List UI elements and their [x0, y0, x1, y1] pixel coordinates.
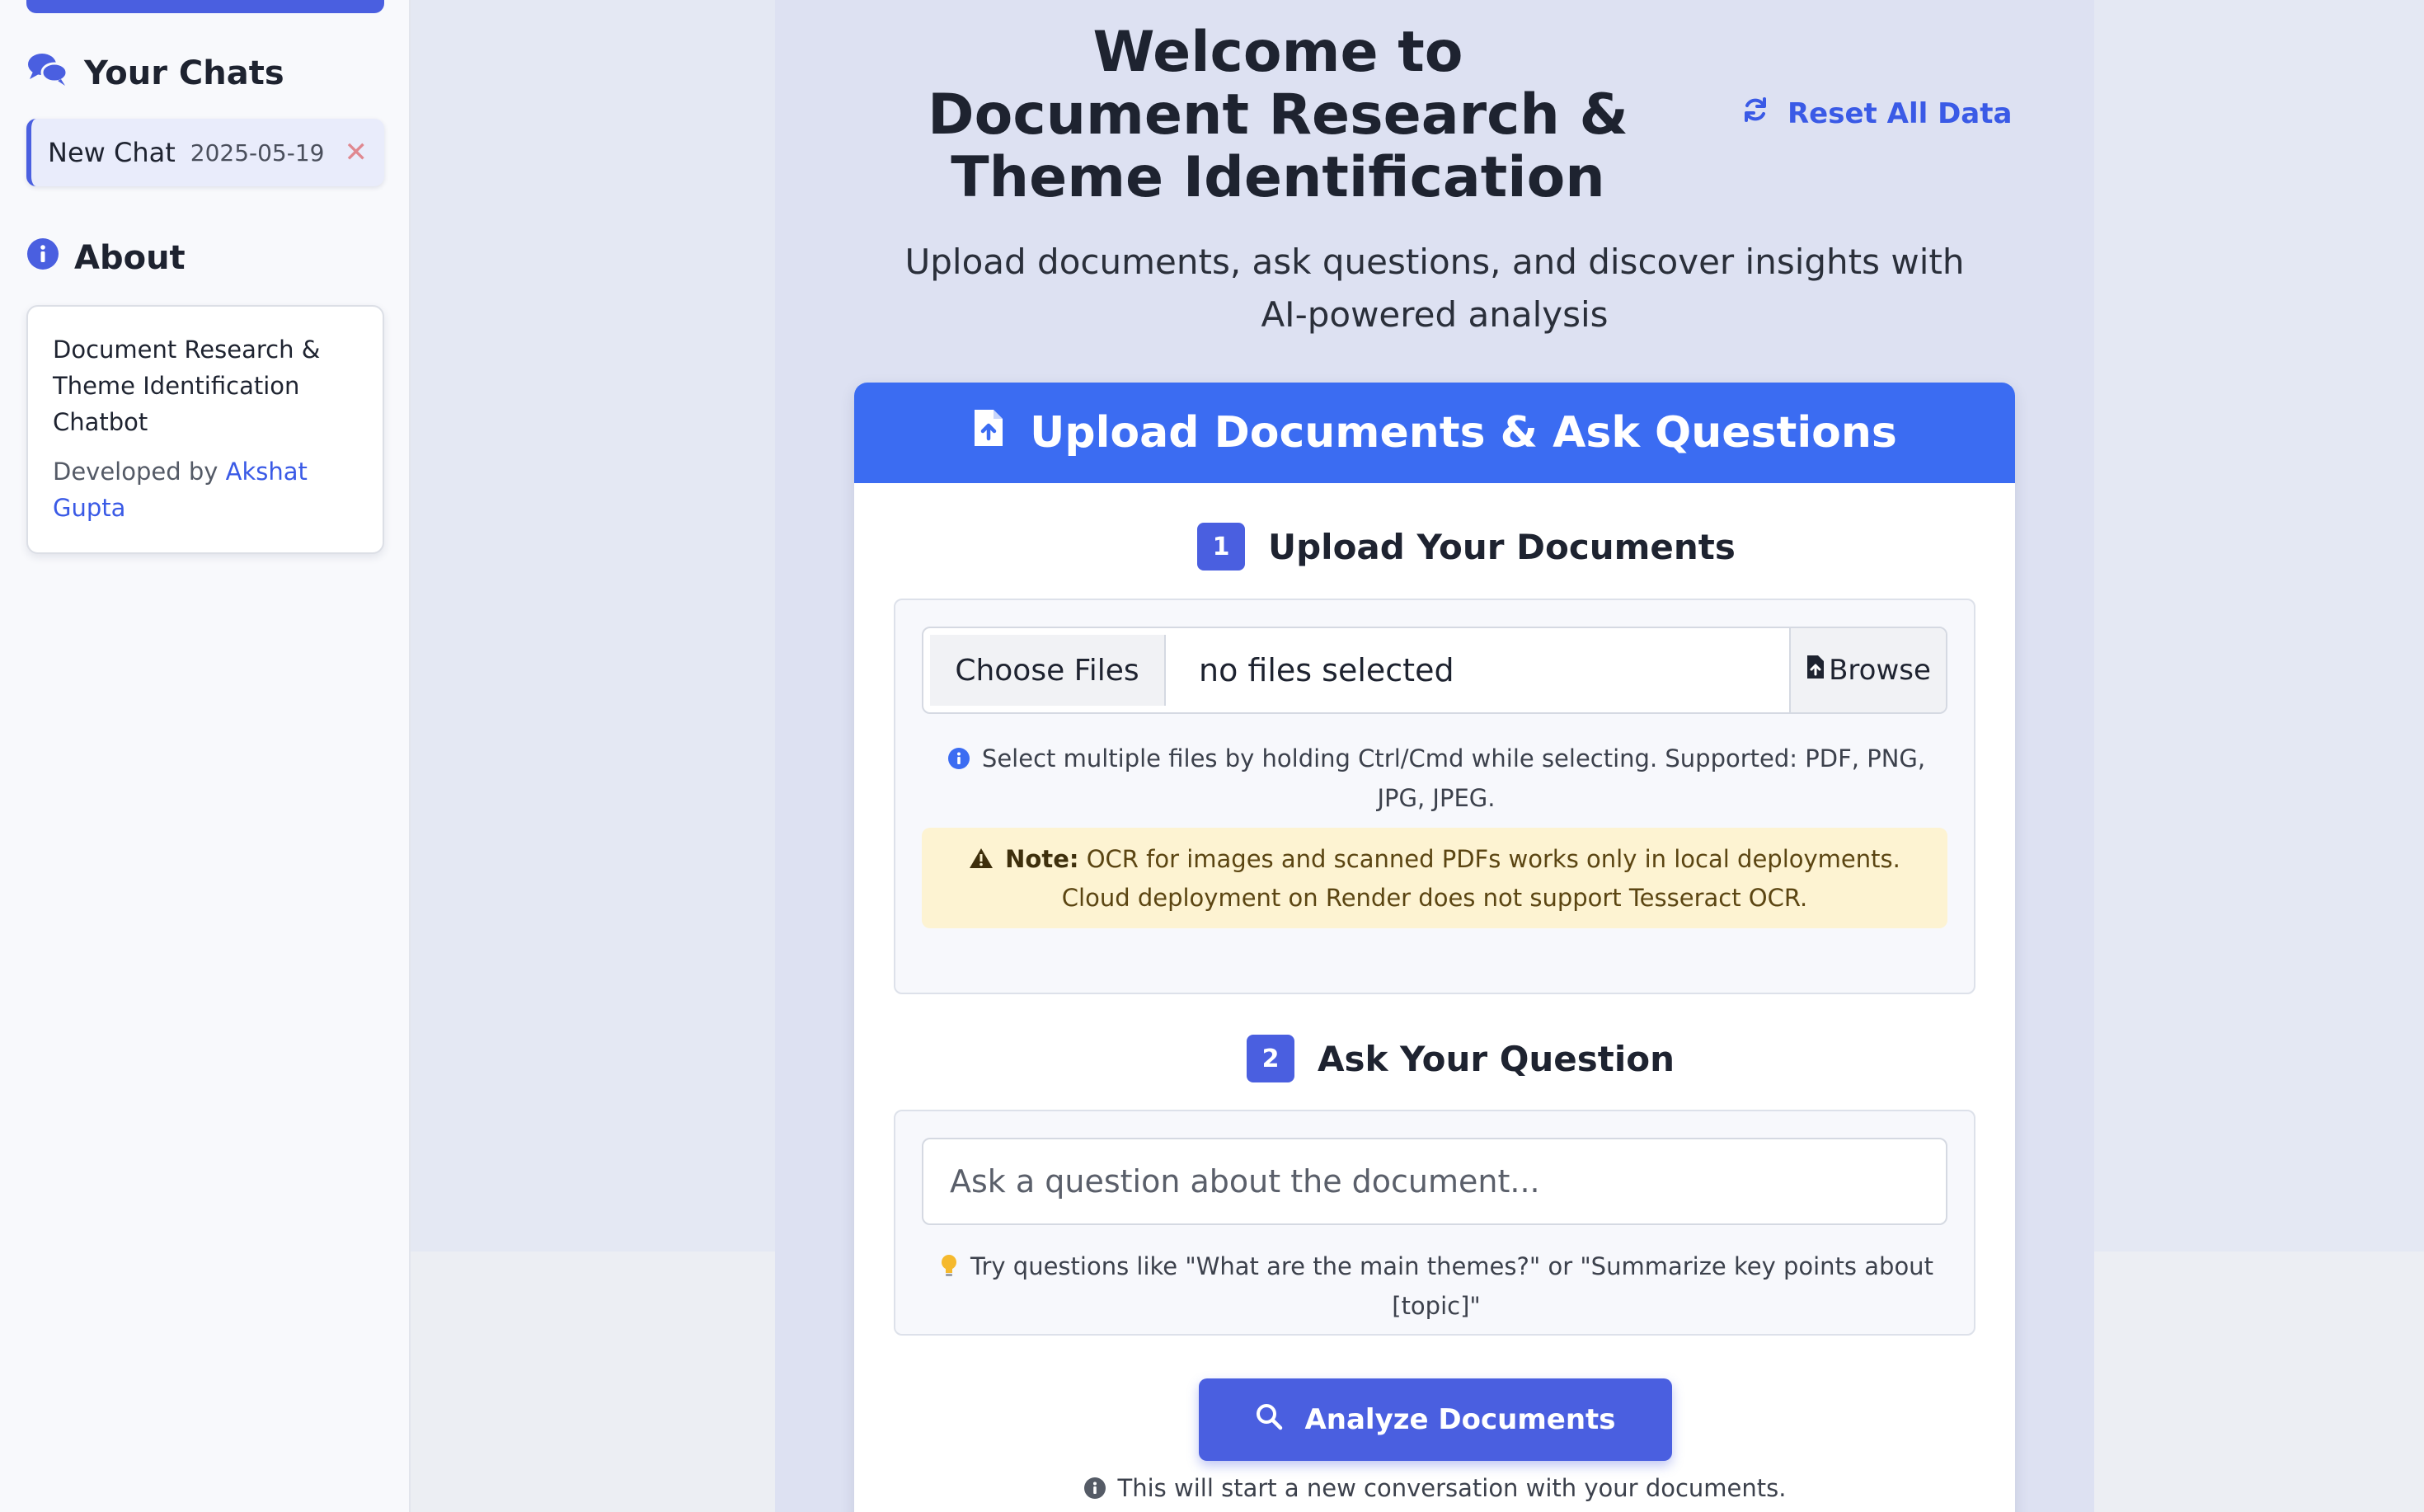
info-circle-icon [1083, 1477, 1106, 1505]
about-label: About [74, 239, 186, 277]
about-description: Document Research & Theme Identification… [53, 336, 321, 436]
sidebar: Your Chats New Chat 2025-05-19 ✕ About D… [0, 0, 411, 1512]
page-subtitle: Upload documents, ask questions, and dis… [904, 242, 1965, 335]
conversation-note-text: This will start a new conversation with … [1117, 1474, 1787, 1502]
chat-list-item[interactable]: New Chat 2025-05-19 ✕ [26, 119, 384, 186]
question-input[interactable] [922, 1138, 1947, 1225]
note-label: Note: [1005, 844, 1079, 873]
your-chats-heading: Your Chats [26, 51, 284, 96]
lightbulb-icon [939, 1251, 959, 1288]
upload-panel: Choose Files no files selected Browse Se… [894, 599, 1975, 994]
page-title: Welcome to Document Research & Theme Ide… [928, 20, 1628, 210]
comments-icon [26, 51, 69, 96]
step-2-heading: 2 Ask Your Question [1247, 1035, 1675, 1082]
refresh-icon [1741, 96, 1769, 131]
chat-date: 2025-05-19 [190, 139, 325, 167]
your-chats-label: Your Chats [84, 54, 284, 92]
card-header-title: Upload Documents & Ask Questions [1030, 408, 1897, 458]
developed-by-prefix: Developed by [53, 458, 218, 486]
step-1-badge: 1 [1197, 523, 1245, 571]
search-icon [1255, 1402, 1283, 1438]
file-status-text: no files selected [1199, 652, 1454, 688]
step-1-title: Upload Your Documents [1268, 526, 1736, 567]
upload-hint-text: Select multiple files by holding Ctrl/Cm… [981, 744, 1926, 812]
question-hint-text: Try questions like "What are the main th… [970, 1252, 1933, 1320]
conversation-note: This will start a new conversation with … [1019, 1474, 1850, 1505]
choose-files-button[interactable]: Choose Files [930, 635, 1166, 706]
file-upload-icon [972, 407, 1005, 459]
step-1-heading: 1 Upload Your Documents [1197, 523, 1736, 571]
info-circle-icon [947, 744, 970, 780]
analyze-documents-button[interactable]: Analyze Documents [1199, 1378, 1672, 1461]
step-2-title: Ask Your Question [1318, 1038, 1675, 1079]
card-header: Upload Documents & Ask Questions [854, 383, 2015, 483]
about-heading: About [26, 237, 186, 279]
file-input[interactable]: Choose Files no files selected Browse [922, 627, 1947, 714]
step-2-badge: 2 [1247, 1035, 1294, 1082]
chat-name: New Chat [48, 137, 176, 168]
upload-card: Upload Documents & Ask Questions 1 Uploa… [854, 383, 2015, 1512]
upload-hint: Select multiple files by holding Ctrl/Cm… [928, 740, 1944, 816]
reset-label: Reset All Data [1787, 96, 2013, 130]
warning-icon [969, 843, 994, 880]
browse-button[interactable]: Browse [1789, 628, 1946, 712]
browse-label: Browse [1829, 654, 1931, 687]
ocr-note: Note: OCR for images and scanned PDFs wo… [922, 828, 1947, 928]
reset-all-data-button[interactable]: Reset All Data [1741, 96, 2012, 131]
delete-chat-icon[interactable]: ✕ [345, 136, 369, 169]
new-chat-button[interactable] [26, 0, 384, 13]
note-text: OCR for images and scanned PDFs works on… [1061, 844, 1900, 912]
file-upload-icon [1806, 654, 1825, 688]
info-circle-icon [26, 237, 59, 279]
question-hint: Try questions like "What are the main th… [928, 1248, 1944, 1324]
developer-credit: Developed by Akshat Gupta [53, 453, 333, 526]
about-card: Document Research & Theme Identification… [26, 305, 384, 554]
question-panel: Try questions like "What are the main th… [894, 1110, 1975, 1336]
analyze-label: Analyze Documents [1304, 1403, 1616, 1436]
